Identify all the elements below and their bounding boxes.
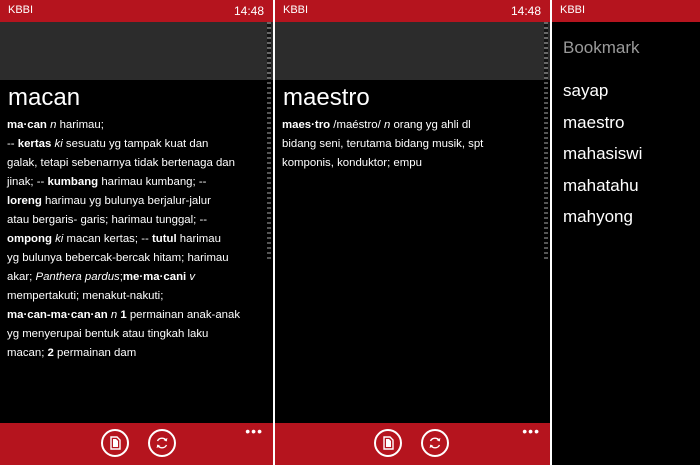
bookmark-item[interactable]: mahatahu — [563, 175, 642, 207]
search-header[interactable] — [0, 22, 273, 80]
bookmark-item[interactable]: maestro — [563, 112, 642, 144]
app-title: KBBI — [8, 4, 34, 16]
sync-icon — [156, 437, 168, 449]
bookmark-item[interactable]: sayap — [563, 80, 642, 112]
sync-icon — [429, 437, 441, 449]
clock: 14:48 — [233, 4, 264, 18]
document-copy-icon — [383, 436, 394, 450]
sync-button[interactable] — [148, 429, 176, 457]
definition-text: maes·tro /maéstro/ n orang yg ahli dl bid… — [282, 119, 484, 169]
screen-bookmarks: KBBI Bookmark sayap maestro mahasiswi ma… — [552, 0, 700, 465]
definition-text: ma·can n harimau; -- kertas ki sesuatu yg… — [7, 119, 241, 359]
app-title: KBBI — [283, 4, 309, 16]
search-header[interactable] — [275, 22, 550, 80]
scroll-rail[interactable] — [267, 22, 271, 262]
app-title: KBBI — [560, 4, 586, 16]
sync-button[interactable] — [421, 429, 449, 457]
scroll-rail[interactable] — [544, 22, 548, 262]
screen-maestro: KBBI 14:48 maestro maes·tro /maéstro/ n … — [275, 0, 550, 465]
bookmark-list: sayap maestro mahasiswi mahatahu mahyong — [563, 80, 642, 238]
app-bar: ••• — [275, 423, 550, 465]
more-menu-button[interactable]: ••• — [522, 423, 540, 439]
copy-button[interactable] — [101, 429, 129, 457]
copy-button[interactable] — [374, 429, 402, 457]
app-bar: ••• — [0, 423, 273, 465]
bookmark-item[interactable]: mahyong — [563, 206, 642, 238]
word-title: maestro — [283, 84, 370, 111]
more-menu-button[interactable]: ••• — [245, 423, 263, 439]
status-bar: KBBI — [552, 0, 700, 22]
word-title: macan — [8, 84, 81, 111]
status-bar: KBBI 14:48 — [0, 0, 273, 22]
screen-macan: KBBI 14:48 macan ma·can n harimau; -- ker… — [0, 0, 273, 465]
bookmark-heading: Bookmark — [563, 38, 640, 57]
bookmark-item[interactable]: mahasiswi — [563, 143, 642, 175]
document-copy-icon — [110, 436, 121, 450]
clock: 14:48 — [510, 4, 541, 18]
status-bar: KBBI 14:48 — [275, 0, 550, 22]
